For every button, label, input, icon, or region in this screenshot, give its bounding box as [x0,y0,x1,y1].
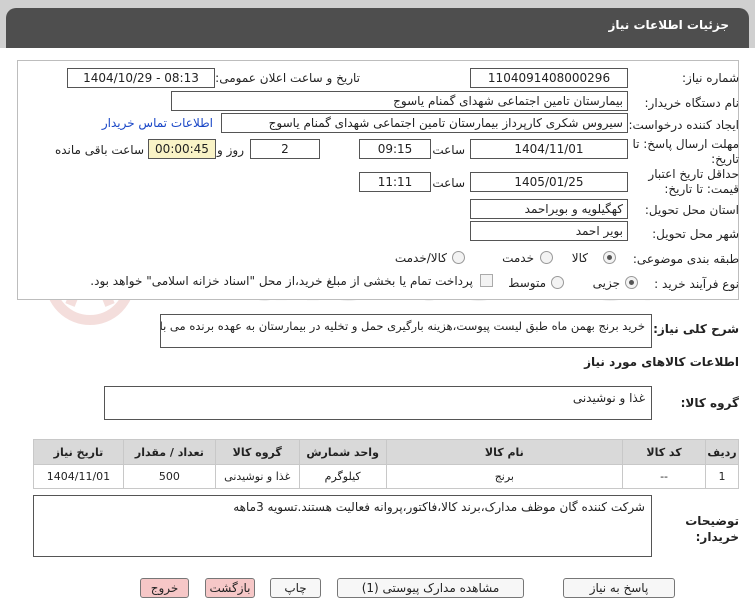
city-label: شهر محل تحویل: [652,227,739,241]
remaining-time-label: ساعت باقی مانده [54,143,144,157]
deadline-time-field: 09:15 [359,139,431,159]
category-radio-service[interactable] [540,251,553,264]
days-field: 2 [250,139,320,159]
print-button[interactable]: چاپ [270,578,321,598]
goods-group-label: گروه کالا: [680,396,739,410]
process-option-medium: متوسط [508,276,546,290]
cell-item-code: -- [622,464,706,489]
validity-time-label: ساعت [432,176,465,190]
need-number-field: 1104091408000296 [470,68,628,88]
remaining-time-field: 00:00:45 [148,139,216,159]
goods-table: تاریخ نیاز تعداد / مقدار گروه کالا واحد … [33,439,740,489]
cell-unit: کیلوگرم [298,464,387,489]
category-option-goods: کالا [571,251,588,265]
validity-label-1: حداقل تاریخ اعتبار [648,167,739,181]
buyer-notes-label-2: خریدار: [695,530,739,544]
validity-time-field: 11:11 [359,172,431,192]
back-button[interactable]: بازگشت [205,578,255,598]
province-field: کهگیلویه و بویراحمد [470,199,628,219]
cell-row: 1 [704,464,740,489]
col-item-code: کد کالا [622,439,706,465]
attachments-button[interactable]: مشاهده مدارک پیوستی (1) [337,578,524,598]
col-unit: واحد شمارش [298,439,387,465]
process-label: نوع فرآیند خرید : [654,277,739,291]
days-label: روز و [217,143,244,157]
process-radio-medium[interactable] [551,276,564,289]
description-textarea: خرید برنج بهمن ماه طبق لیست پیوست،هزینه … [160,314,652,348]
col-group: گروه کالا [214,439,300,465]
creator-label: ایجاد کننده درخواست: [628,118,739,132]
category-radio-goods[interactable] [603,251,616,264]
col-item-name: نام کالا [385,439,624,465]
col-need-date: تاریخ نیاز [33,439,124,465]
table-row: 1404/11/01 500 غذا و نوشیدنی کیلوگرم برن… [33,464,740,489]
buyer-org-label: نام دستگاه خریدار: [644,96,740,110]
deadline-label-1: مهلت ارسال پاسخ: تا [632,137,739,151]
reply-button[interactable]: پاسخ به نیاز [563,578,675,598]
need-number-label: شماره نیاز: [682,71,739,85]
exit-button[interactable]: خروج [140,578,189,598]
deadline-time-label: ساعت [432,143,465,157]
deadline-date-field: 1404/11/01 [470,139,628,159]
category-option-goods-service: کالا/خدمت [394,251,447,265]
buyer-org-field: بیمارستان تامین اجتماعی شهدای گمنام یاسو… [171,91,628,111]
process-radio-minor[interactable] [625,276,638,289]
announce-field: 1404/10/29 - 08:13 [67,68,215,88]
cell-item-name: برنج [385,464,624,489]
city-field: بویر احمد [470,221,628,241]
category-option-service: خدمت [502,251,534,265]
cell-group: غذا و نوشیدنی [214,464,300,489]
col-row: ردیف [704,439,740,465]
category-radio-goods-service[interactable] [452,251,465,264]
treasury-note: پرداخت تمام یا بخشی از مبلغ خرید،از محل … [90,274,473,288]
treasury-checkbox[interactable] [480,274,493,287]
announce-label: تاریخ و ساعت اعلان عمومی: [215,71,360,85]
buyer-contact-link[interactable]: اطلاعات تماس خریدار [102,116,213,130]
description-label: شرح کلی نیاز: [653,322,739,336]
col-quantity: تعداد / مقدار [122,439,216,465]
cell-need-date: 1404/11/01 [33,464,124,489]
goods-table-header: تاریخ نیاز تعداد / مقدار گروه کالا واحد … [33,439,740,465]
goods-group-field: غذا و نوشیدنی [104,386,652,420]
process-option-minor: جزیی [592,276,620,290]
deadline-label-2: تاریخ: [711,152,739,166]
province-label: استان محل تحویل: [644,203,739,217]
goods-section-title: اطلاعات کالاهای مورد نیاز [584,355,739,369]
buyer-notes-label-1: توضیحات [685,514,739,528]
buyer-notes-textarea: شرکت کننده گان موظف مدارک،برند کالا،فاکت… [33,495,652,557]
category-label: طبقه بندی موضوعی: [632,252,739,266]
validity-date-field: 1405/01/25 [470,172,628,192]
creator-field: سیروس شکری کارپرداز بیمارستان تامین اجتم… [221,113,628,133]
page-title: جزئیات اطلاعات نیاز [608,18,729,32]
validity-label-2: قیمت: تا تاریخ: [664,182,739,196]
cell-quantity: 500 [122,464,216,489]
